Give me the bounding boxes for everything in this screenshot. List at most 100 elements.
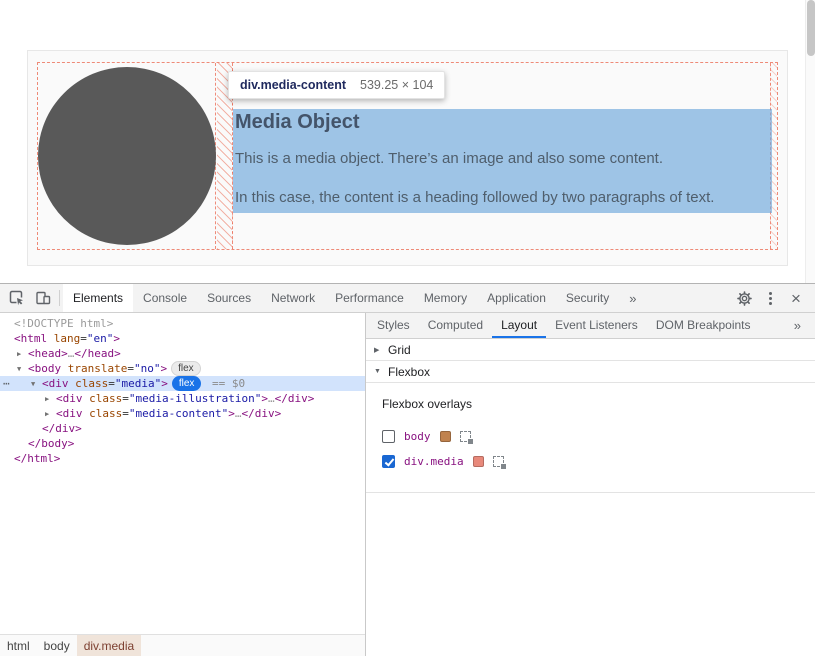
syntax-token: <html bbox=[14, 332, 47, 345]
syntax-token: > bbox=[160, 362, 167, 375]
media-illustration-overlay bbox=[38, 63, 216, 249]
dom-tree-row[interactable]: ▶<head>…</head> bbox=[0, 346, 365, 361]
flexbox-section-label: Flexbox bbox=[388, 365, 430, 379]
devtools-tab-console[interactable]: Console bbox=[133, 284, 197, 312]
syntax-token: </body> bbox=[28, 437, 74, 450]
breadcrumb-item-html[interactable]: html bbox=[0, 635, 37, 656]
syntax-token: </html> bbox=[14, 452, 60, 465]
syntax-token: > bbox=[228, 407, 235, 420]
devtools-tab-application[interactable]: Application bbox=[477, 284, 556, 312]
flexbox-section-header[interactable]: ▼ Flexbox bbox=[366, 361, 815, 383]
syntax-token: "media-illustration" bbox=[129, 392, 261, 405]
syntax-token: class bbox=[83, 392, 123, 405]
dom-tree-row[interactable]: <html lang="en"> bbox=[0, 331, 365, 346]
overlay-element-name: body bbox=[404, 430, 431, 443]
syntax-token: > bbox=[113, 332, 120, 345]
devtools-body: <!DOCTYPE html><html lang="en">▶<head>…<… bbox=[0, 313, 815, 656]
dom-tree-row[interactable]: </html> bbox=[0, 451, 365, 466]
dom-tree-row[interactable]: <!DOCTYPE html> bbox=[0, 316, 365, 331]
syntax-token: <body bbox=[28, 362, 61, 375]
sidebar-tabs: StylesComputedLayoutEvent ListenersDOM B… bbox=[368, 313, 760, 339]
overlay-checkbox[interactable] bbox=[382, 430, 395, 443]
syntax-token: > bbox=[161, 377, 168, 390]
more-actions-icon[interactable]: ⋯ bbox=[3, 376, 10, 391]
syntax-token: </div> bbox=[275, 392, 315, 405]
sidebar-tab-layout[interactable]: Layout bbox=[492, 313, 546, 338]
inspect-tooltip-dimensions: 539.25 × 104 bbox=[360, 78, 433, 92]
media-paragraph-2: In this case, the content is a heading f… bbox=[235, 189, 772, 206]
grid-section-label: Grid bbox=[388, 343, 411, 357]
toolbar-divider bbox=[59, 290, 60, 306]
syntax-token: class bbox=[83, 407, 123, 420]
twisty-icon[interactable]: ▶ bbox=[45, 407, 56, 422]
syntax-token: </div> bbox=[42, 422, 82, 435]
syntax-token: "media" bbox=[115, 377, 161, 390]
kebab-menu-icon[interactable] bbox=[757, 285, 783, 311]
syntax-token: > bbox=[261, 392, 268, 405]
sidebar-more-tabs-icon[interactable]: » bbox=[780, 313, 815, 338]
browser-viewport: Media Object This is a media object. The… bbox=[0, 0, 815, 283]
dashed-selection-icon[interactable] bbox=[493, 456, 504, 467]
flex-badge[interactable]: flex bbox=[172, 376, 202, 391]
devtools-tab-network[interactable]: Network bbox=[261, 284, 325, 312]
grid-section-header[interactable]: ▶ Grid bbox=[366, 339, 815, 361]
page-scrollbar[interactable] bbox=[805, 0, 815, 283]
devtools-panel: ElementsConsoleSourcesNetworkPerformance… bbox=[0, 283, 815, 656]
syntax-token: "en" bbox=[87, 332, 114, 345]
sidebar-tab-dom-breakpoints[interactable]: DOM Breakpoints bbox=[647, 313, 760, 338]
devtools-tab-sources[interactable]: Sources bbox=[197, 284, 261, 312]
syntax-token: = bbox=[122, 407, 129, 420]
syntax-token: <div bbox=[56, 407, 83, 420]
inspect-element-icon[interactable] bbox=[4, 285, 30, 311]
more-tabs-icon[interactable]: » bbox=[619, 291, 646, 306]
syntax-token: <!DOCTYPE html> bbox=[14, 317, 113, 330]
twisty-icon[interactable]: ▼ bbox=[31, 377, 42, 392]
dom-tree-row[interactable]: ▶<div class="media-content">…</div> bbox=[0, 406, 365, 421]
dom-tree-row[interactable]: ▶<div class="media-illustration">…</div> bbox=[0, 391, 365, 406]
sidebar-tab-event-listeners[interactable]: Event Listeners bbox=[546, 313, 647, 338]
devtools-tab-performance[interactable]: Performance bbox=[325, 284, 414, 312]
dollar-zero-hint: == $0 bbox=[205, 377, 245, 390]
sidebar-tab-styles[interactable]: Styles bbox=[368, 313, 419, 338]
close-icon[interactable]: × bbox=[783, 285, 809, 311]
breadcrumb: htmlbodydiv.media bbox=[0, 634, 365, 656]
twisty-icon[interactable]: ▶ bbox=[17, 347, 28, 362]
dom-tree-row[interactable]: </body> bbox=[0, 436, 365, 451]
inspect-tooltip: div.media-content 539.25 × 104 bbox=[228, 71, 445, 99]
syntax-token: = bbox=[122, 392, 129, 405]
dom-tree-row[interactable]: </div> bbox=[0, 421, 365, 436]
syntax-token: "media-content" bbox=[129, 407, 228, 420]
flex-badge[interactable]: flex bbox=[171, 361, 201, 376]
overlay-row: body bbox=[382, 424, 799, 449]
syntax-token: … bbox=[268, 392, 275, 405]
overlay-color-swatch[interactable] bbox=[440, 431, 451, 442]
syntax-token: class bbox=[69, 377, 109, 390]
flexbox-overlays-list: bodydiv.media bbox=[382, 424, 799, 474]
dashed-selection-icon[interactable] bbox=[460, 431, 471, 442]
breadcrumb-item-body[interactable]: body bbox=[37, 635, 77, 656]
media-heading: Media Object bbox=[235, 111, 772, 134]
syntax-token: <div bbox=[56, 392, 83, 405]
device-toolbar-icon[interactable] bbox=[30, 285, 56, 311]
syntax-token: = bbox=[108, 377, 115, 390]
devtools-tab-security[interactable]: Security bbox=[556, 284, 619, 312]
overlay-checkbox[interactable] bbox=[382, 455, 395, 468]
syntax-token: translate bbox=[61, 362, 127, 375]
syntax-token: </div> bbox=[241, 407, 281, 420]
overlay-color-swatch[interactable] bbox=[473, 456, 484, 467]
chevron-right-icon: ▶ bbox=[374, 346, 388, 354]
settings-gear-icon[interactable] bbox=[731, 285, 757, 311]
chevron-down-icon: ▼ bbox=[374, 368, 388, 375]
twisty-icon[interactable]: ▶ bbox=[45, 392, 56, 407]
media-paragraph-1: This is a media object. There’s an image… bbox=[235, 150, 772, 167]
dom-tree-row[interactable]: ▼<body translate="no">flex bbox=[0, 361, 365, 376]
dom-tree-row[interactable]: ⋯▼<div class="media">flex == $0 bbox=[0, 376, 365, 391]
page-scrollbar-thumb[interactable] bbox=[807, 0, 815, 56]
devtools-tab-memory[interactable]: Memory bbox=[414, 284, 477, 312]
flexbox-overlays-label: Flexbox overlays bbox=[382, 397, 799, 411]
sidebar-tab-computed[interactable]: Computed bbox=[419, 313, 492, 338]
breadcrumb-item-div.media[interactable]: div.media bbox=[77, 635, 141, 656]
twisty-icon[interactable]: ▼ bbox=[17, 362, 28, 377]
devtools-tab-elements[interactable]: Elements bbox=[63, 284, 133, 312]
flexbox-section-content: Flexbox overlays bodydiv.media bbox=[366, 383, 815, 493]
